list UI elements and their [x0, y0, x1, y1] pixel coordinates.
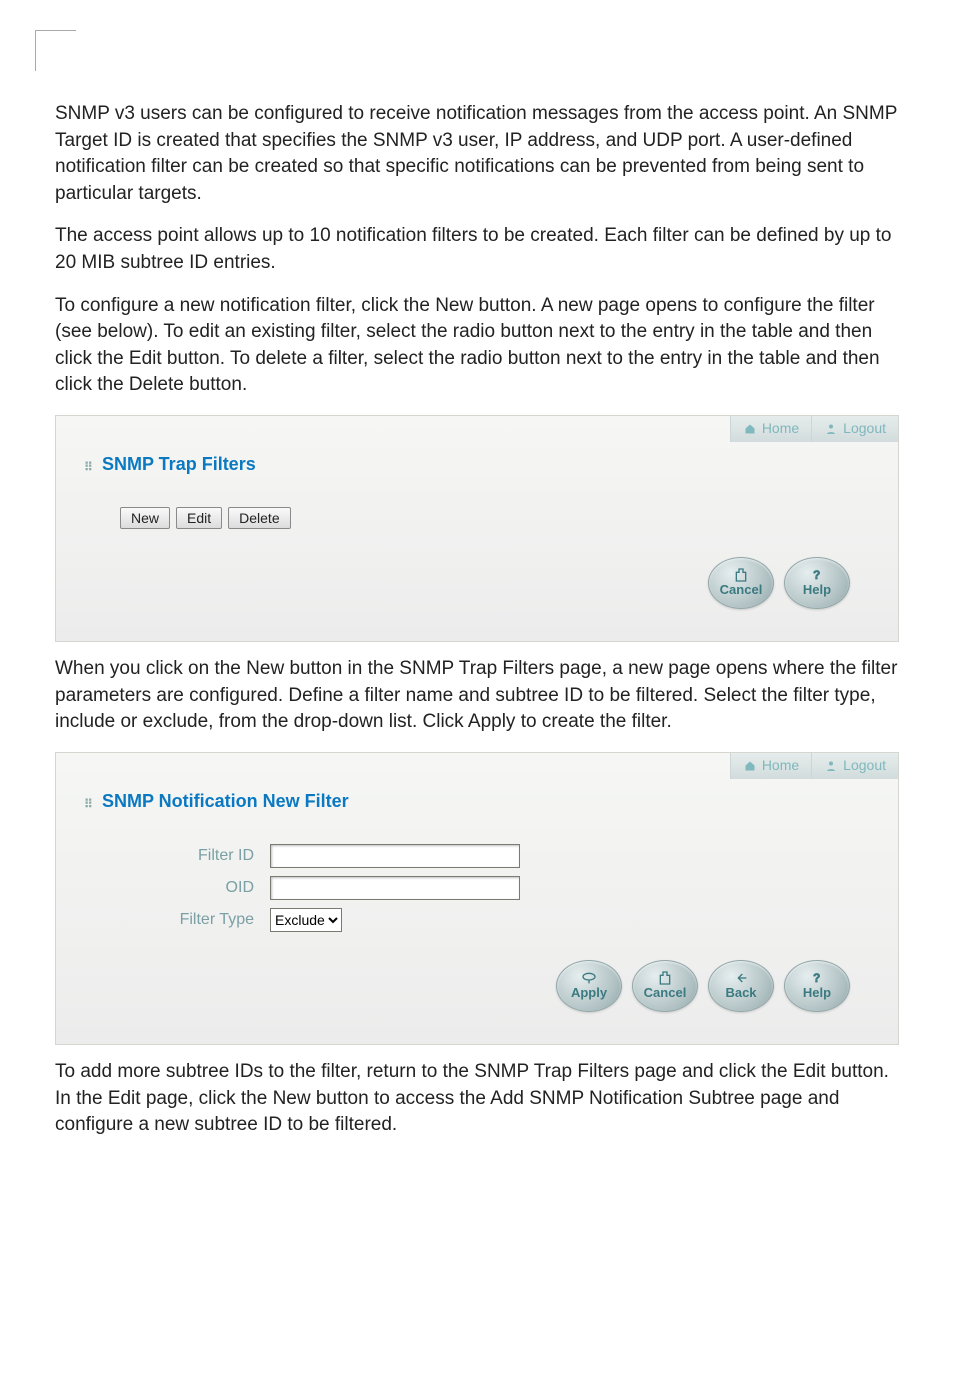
home-tab-label: Home	[762, 419, 799, 439]
svg-text:?: ?	[813, 568, 820, 582]
panel-title-text: SNMP Notification New Filter	[102, 791, 349, 811]
filter-type-label: Filter Type	[84, 909, 270, 931]
home-tab-label: Home	[762, 756, 799, 776]
cancel-button[interactable]: Cancel	[632, 960, 698, 1012]
logout-tab[interactable]: Logout	[811, 753, 898, 779]
cancel-label: Cancel	[720, 581, 763, 599]
panel-title-text: SNMP Trap Filters	[102, 454, 256, 474]
filter-type-select[interactable]: Exclude	[270, 908, 342, 932]
top-tab-bar: Home Logout	[730, 416, 898, 442]
cancel-label: Cancel	[644, 984, 687, 1002]
delete-button[interactable]: Delete	[228, 507, 290, 529]
snmp-new-filter-panel: Home Logout ⠿ SNMP Notification New Filte…	[55, 752, 899, 1045]
filter-id-input[interactable]	[270, 844, 520, 868]
filter-id-label: Filter ID	[84, 845, 270, 867]
logout-tab-label: Logout	[843, 756, 886, 776]
home-tab[interactable]: Home	[730, 416, 811, 442]
apply-button[interactable]: Apply	[556, 960, 622, 1012]
top-tab-bar: Home Logout	[730, 753, 898, 779]
back-button[interactable]: Back	[708, 960, 774, 1012]
logout-tab[interactable]: Logout	[811, 416, 898, 442]
back-label: Back	[725, 984, 756, 1002]
panel-title: ⠿ SNMP Notification New Filter	[84, 789, 874, 814]
form-row-filter-id: Filter ID	[84, 844, 874, 868]
svg-text:?: ?	[813, 971, 820, 985]
body-paragraph: To configure a new notification filter, …	[55, 293, 899, 399]
cancel-button[interactable]: Cancel	[708, 557, 774, 609]
body-paragraph: To add more subtree IDs to the filter, r…	[55, 1059, 899, 1139]
home-icon	[743, 423, 757, 435]
snmp-trap-filters-panel: Home Logout ⠿ SNMP Trap Filters New Edit …	[55, 415, 899, 642]
help-button[interactable]: ? Help	[784, 557, 850, 609]
apply-label: Apply	[571, 984, 607, 1002]
logout-icon	[824, 423, 838, 435]
body-paragraph: The access point allows up to 10 notific…	[55, 223, 899, 276]
home-tab[interactable]: Home	[730, 753, 811, 779]
title-dots-icon: ⠿	[84, 459, 96, 471]
logout-tab-label: Logout	[843, 419, 886, 439]
logout-icon	[824, 760, 838, 772]
help-button[interactable]: ? Help	[784, 960, 850, 1012]
new-button[interactable]: New	[120, 507, 170, 529]
body-paragraph: When you click on the New button in the …	[55, 656, 899, 736]
title-dots-icon: ⠿	[84, 796, 96, 808]
panel-action-row: Apply Cancel Back ? Help	[84, 940, 874, 1018]
panel-title: ⠿ SNMP Trap Filters	[84, 452, 874, 477]
home-icon	[743, 760, 757, 772]
oid-input[interactable]	[270, 876, 520, 900]
form-row-filter-type: Filter Type Exclude	[84, 908, 874, 932]
page-corner-mark	[35, 30, 76, 71]
help-label: Help	[803, 984, 831, 1002]
body-paragraph: SNMP v3 users can be configured to recei…	[55, 101, 899, 207]
oid-label: OID	[84, 877, 270, 899]
filter-button-row: New Edit Delete	[120, 507, 874, 529]
help-label: Help	[803, 581, 831, 599]
edit-button[interactable]: Edit	[176, 507, 222, 529]
form-row-oid: OID	[84, 876, 874, 900]
panel-action-row: Cancel ? Help	[84, 537, 874, 615]
